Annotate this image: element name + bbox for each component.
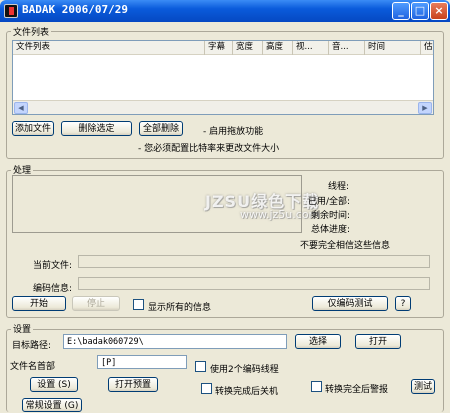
shutdown-after-label: 转换完成后关机 [215,387,279,397]
total-progress-label: 总体进度: [311,225,351,235]
disclaimer-text: 不要完全相信这些信息 [300,241,391,251]
encode-info-label: 编码信息: [33,284,73,294]
used-total-label: 已用/全部: [308,197,351,207]
use-two-threads-checkbox[interactable] [195,361,206,372]
file-list-legend: 文件列表 [11,25,52,38]
scroll-right-arrow-icon[interactable]: ▶ [418,102,432,114]
scroll-left-arrow-icon[interactable]: ◀ [14,102,28,114]
filename-header-input[interactable]: [P] [97,355,187,369]
encode-test-button[interactable]: 仅编码测试 [312,296,388,311]
help-button[interactable]: ? [395,296,411,311]
column-header-video[interactable]: 视... [293,41,329,55]
horizontal-scrollbar[interactable]: ◀ ▶ [13,100,433,114]
target-path-input[interactable]: E:\badak060729\ [63,334,287,349]
alarm-after-checkbox[interactable] [311,381,322,392]
column-header-audio[interactable]: 音... [329,41,365,55]
filename-header-label: 文件名首部 [10,362,56,372]
current-file-label: 当前文件: [33,261,73,271]
drag-drop-text: - 启用拖放功能 [203,127,264,137]
alarm-after-label: 转换完全后警报 [325,385,389,395]
encode-info-field [78,277,430,290]
column-header-subtitle[interactable]: 字幕 [205,41,233,55]
watermark-url: www.jz5u.com [240,208,320,221]
column-header-time[interactable]: 时间 [365,41,421,55]
test-button[interactable]: 测试 [411,379,435,394]
column-header-estimate[interactable]: 估 [421,41,433,55]
current-file-field [78,255,430,268]
use-two-threads-label: 使用2个编码线程 [210,365,279,375]
bitrate-note: - 您必须配置比特率来更改文件大小 [138,144,280,154]
app-icon [4,4,18,18]
target-path-label: 目标路径: [12,341,52,351]
open-button[interactable]: 打开 [355,334,401,349]
maximize-button[interactable]: □ [411,2,429,20]
open-preset-button[interactable]: 打开预置 [108,377,158,392]
settings-legend: 设置 [11,322,34,335]
show-all-info-label: 显示所有的信息 [148,303,212,313]
list-header: 文件列表 字幕 宽度 高度 视... 音... 时间 估 [13,41,433,55]
remove-all-button[interactable]: 全部删除 [139,121,183,136]
settings-s-button[interactable]: 设置 (S) [30,377,78,392]
select-button[interactable]: 选择 [295,334,341,349]
column-header-height[interactable]: 高度 [263,41,293,55]
column-header-width[interactable]: 宽度 [233,41,263,55]
start-button[interactable]: 开始 [12,296,66,311]
remove-selected-button[interactable]: 删除选定 [61,121,132,136]
shutdown-after-checkbox[interactable] [201,383,212,394]
file-list-view[interactable]: 文件列表 字幕 宽度 高度 视... 音... 时间 估 ◀ ▶ [12,40,434,115]
close-button[interactable]: × [430,2,448,20]
window-title: BADAK 2006/07/29 [22,3,128,16]
minimize-button[interactable]: _ [392,2,410,20]
thread-label: 线程: [328,182,350,192]
column-header-filename[interactable]: 文件列表 [13,41,205,55]
remaining-time-label: 剩余时间: [311,211,351,221]
show-all-info-checkbox[interactable] [133,299,144,310]
add-file-button[interactable]: 添加文件 [12,121,54,136]
general-settings-button[interactable]: 常规设置 (G) [22,398,82,412]
stop-button[interactable]: 停止 [72,296,120,311]
